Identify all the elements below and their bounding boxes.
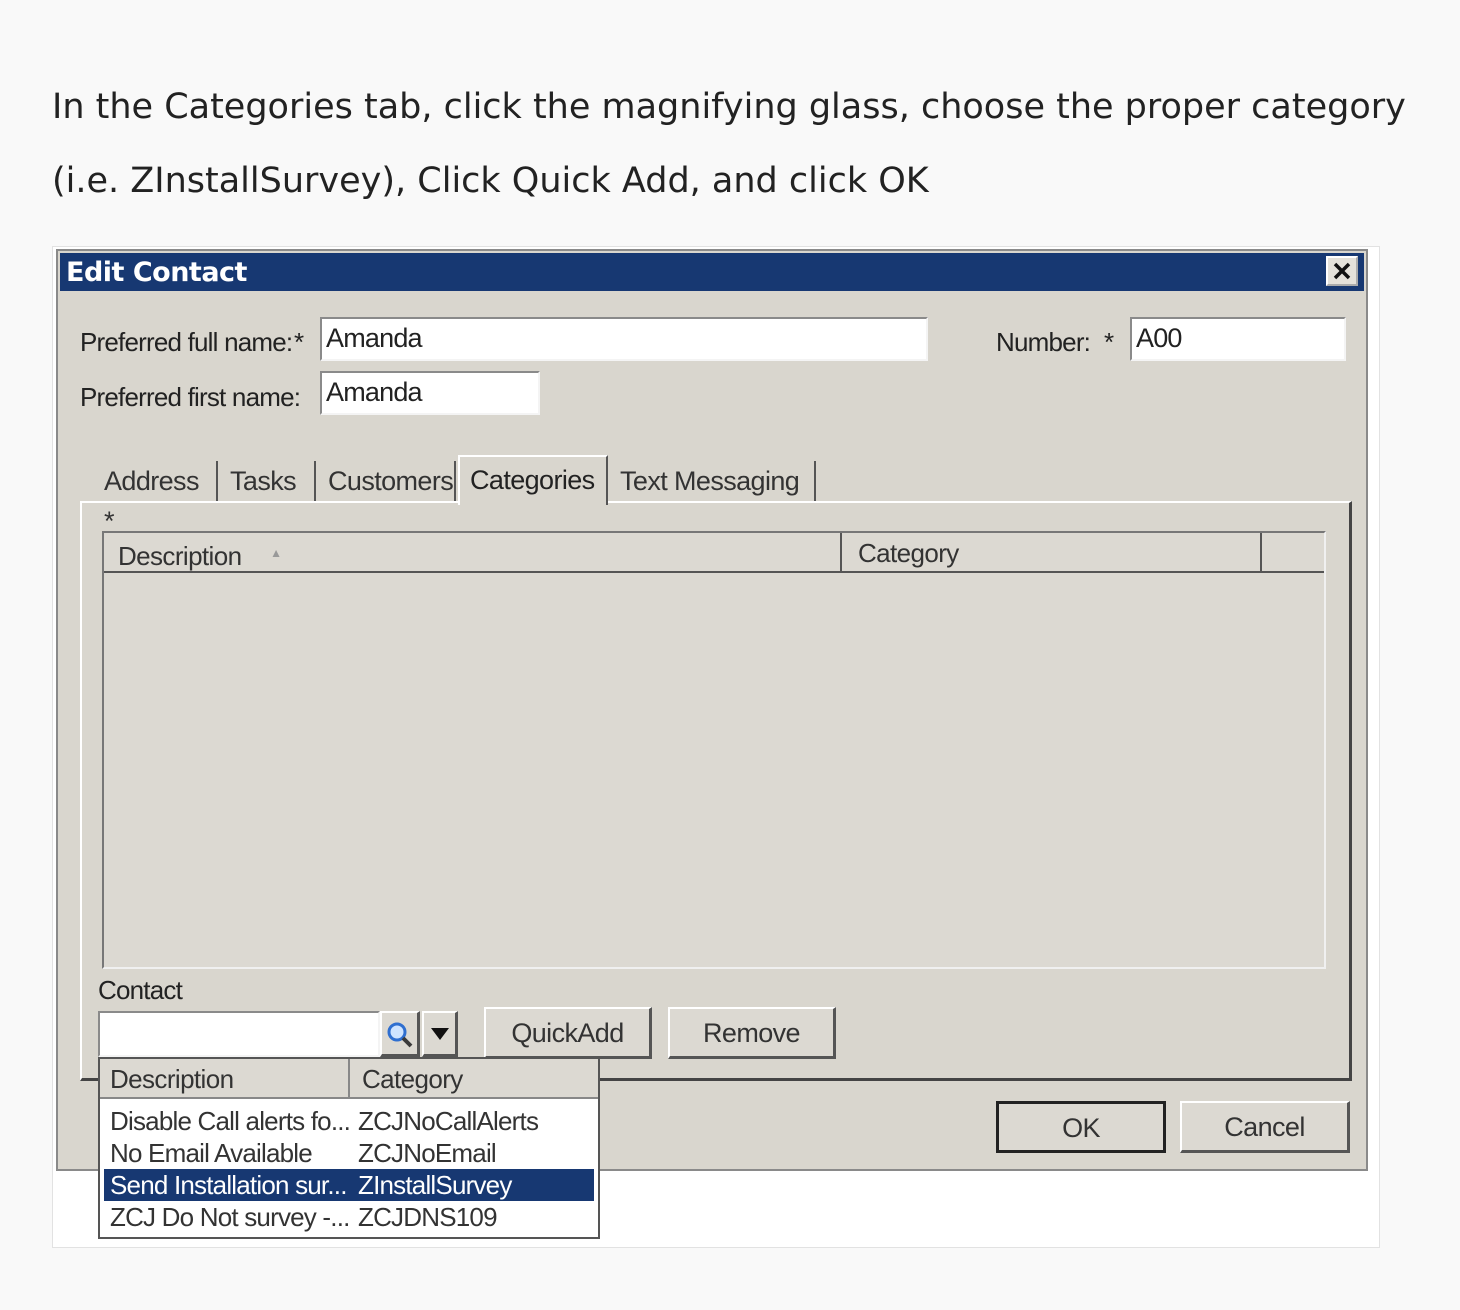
categories-grid-header: Description ▲ Category (104, 533, 1324, 573)
dropdown-row-selected[interactable]: Send Installation sur... ZInstallSurvey (104, 1169, 594, 1201)
dropdown-row-description: Disable Call alerts fo... (110, 1106, 351, 1136)
dialog-title: Edit Contact (66, 257, 247, 288)
dropdown-row-description: Send Installation sur... (110, 1170, 347, 1200)
dropdown-header: Description Category (100, 1059, 598, 1099)
tab-text-messaging[interactable]: Text Messaging (610, 461, 816, 503)
dropdown-row-category: ZInstallSurvey (358, 1170, 512, 1200)
dropdown-row-category: ZCJNoCallAlerts (358, 1106, 539, 1136)
tab-categories[interactable]: Categories (458, 455, 608, 505)
cancel-button[interactable]: Cancel (1180, 1101, 1350, 1153)
edit-contact-dialog: Edit Contact Preferred full name: * Aman… (56, 249, 1368, 1239)
quick-add-button[interactable]: QuickAdd (484, 1007, 652, 1059)
close-icon (1333, 262, 1351, 280)
contact-label: Contact (98, 975, 183, 1005)
preferred-first-name-label: Preferred first name: (80, 382, 301, 412)
full-name-required-marker: * (294, 327, 304, 357)
tab-address[interactable]: Address * (94, 461, 218, 536)
column-header-description[interactable]: Description ▲ (104, 533, 842, 571)
preferred-first-name-input[interactable]: Amanda (320, 371, 540, 415)
category-lookup-dropdown: Description Category Disable Call alerts… (98, 1057, 600, 1239)
number-label: Number: (996, 327, 1091, 357)
dropdown-button[interactable] (422, 1011, 458, 1057)
column-header-category[interactable]: Category (844, 533, 1262, 571)
dropdown-column-category[interactable]: Category (352, 1059, 598, 1097)
close-button[interactable] (1326, 256, 1358, 286)
dropdown-row[interactable]: ZCJ Do Not survey -... ZCJDNS109 (104, 1201, 594, 1233)
dropdown-column-description[interactable]: Description (100, 1059, 350, 1097)
lookup-button[interactable] (380, 1011, 420, 1057)
instruction-line-2: (i.e. ZInstallSurvey), Click Quick Add, … (52, 161, 929, 201)
instruction-text: In the Categories tab, click the magnify… (52, 70, 1412, 218)
dialog-titlebar: Edit Contact (60, 253, 1364, 291)
dropdown-row-description: ZCJ Do Not survey -... (110, 1202, 350, 1232)
magnifying-glass-icon (387, 1022, 412, 1048)
number-required-marker: * (1104, 327, 1114, 357)
dropdown-row[interactable]: Disable Call alerts fo... ZCJNoCallAlert… (104, 1105, 594, 1137)
column-header-extra (1264, 533, 1324, 571)
number-input[interactable]: A00 (1130, 317, 1346, 361)
tab-tasks[interactable]: Tasks (220, 461, 316, 503)
categories-grid: Description ▲ Category (102, 531, 1326, 969)
dropdown-row-description: No Email Available (110, 1138, 313, 1168)
ok-button[interactable]: OK (996, 1101, 1166, 1153)
dropdown-arrow-icon (430, 1028, 449, 1040)
tab-customers[interactable]: Customers (318, 461, 456, 503)
dropdown-row-category: ZCJNoEmail (358, 1138, 497, 1168)
preferred-full-name-input[interactable]: Amanda (320, 317, 928, 361)
dropdown-row[interactable]: No Email Available ZCJNoEmail (104, 1137, 594, 1169)
preferred-full-name-label: Preferred full name: (80, 327, 293, 357)
dropdown-row-category: ZCJDNS109 (358, 1202, 498, 1232)
instruction-line-1: In the Categories tab, click the magnify… (52, 87, 1406, 127)
contact-category-input[interactable] (98, 1011, 380, 1057)
sort-ascending-icon: ▲ (270, 546, 282, 560)
remove-button[interactable]: Remove (668, 1007, 836, 1059)
